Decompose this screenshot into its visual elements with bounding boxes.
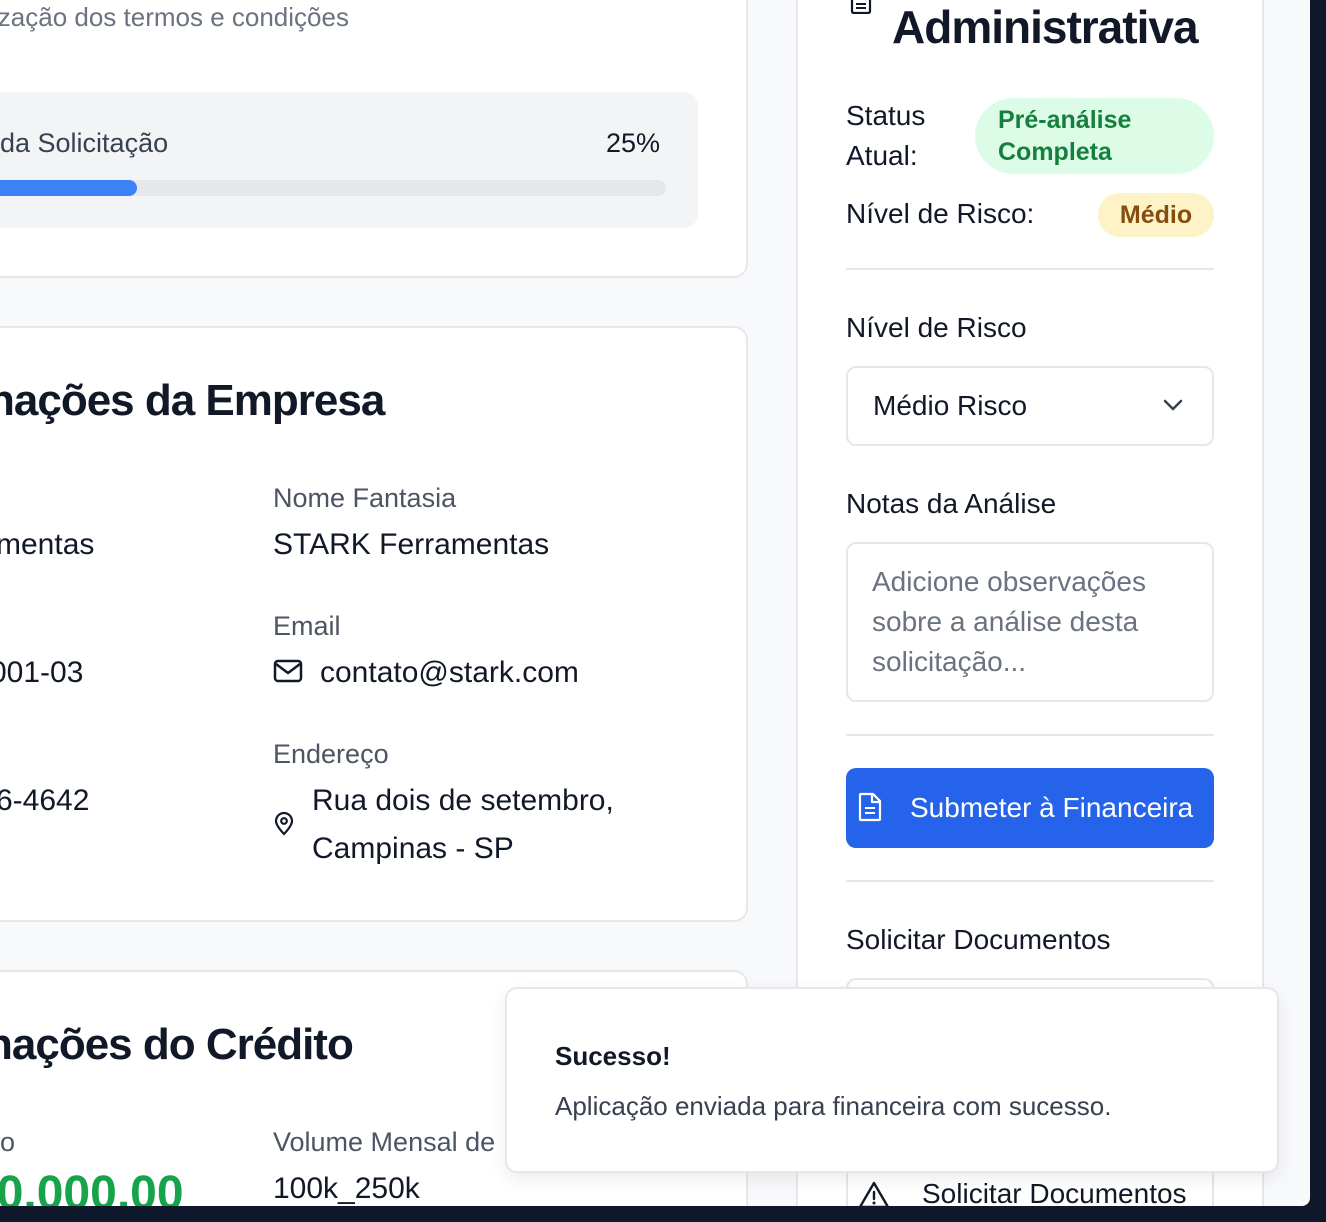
- progress-panel: [0, 92, 698, 228]
- credit-info-title: nações do Crédito: [0, 1020, 354, 1069]
- progress-bar: [0, 180, 666, 196]
- credit-amount-value: 00.000,00: [0, 1167, 184, 1206]
- request-docs-label: Solicitar Documentos: [846, 924, 1111, 955]
- divider: [846, 268, 1214, 270]
- trade-name-label: Nome Fantasia: [273, 483, 457, 513]
- submit-to-financier-button[interactable]: Submeter à Financeira: [846, 768, 1214, 848]
- submit-button-label: Submeter à Financeira: [910, 792, 1194, 823]
- analysis-notes-textarea[interactable]: [846, 542, 1214, 702]
- chevron-down-icon: [1163, 399, 1183, 411]
- company-info-title: nações da Empresa: [0, 376, 385, 425]
- divider: [846, 734, 1214, 736]
- progress-bar-fill: [0, 180, 137, 196]
- status-label-line2: Atual:: [846, 140, 918, 171]
- trade-name-value: STARK Ferramentas: [273, 528, 550, 561]
- toast-description: Aplicação enviada para financeira com su…: [555, 1091, 1112, 1121]
- status-badge-line2: Completa: [998, 138, 1112, 166]
- sidebar-title: Administrativa: [892, 1, 1199, 53]
- company-name-value: mentas: [0, 528, 95, 561]
- app-window: ização dos termos e condições da Solicit…: [0, 0, 1310, 1206]
- progress-label: da Solicitação: [0, 128, 169, 158]
- status-label-line1: Status: [846, 100, 926, 131]
- risk-level-select[interactable]: Médio Risco: [846, 366, 1214, 446]
- status-badge-line1: Pré-análise: [998, 106, 1132, 134]
- notes-label: Notas da Análise: [846, 488, 1057, 519]
- status-badge: Pré-análise Completa: [975, 98, 1214, 174]
- email-value[interactable]: contato@stark.com: [320, 656, 579, 690]
- divider: [846, 880, 1214, 882]
- file-text-icon: [858, 792, 882, 822]
- request-docs-button-label: Solicitar Documentos: [922, 1178, 1187, 1206]
- risk-badge: Médio: [1098, 193, 1214, 237]
- cnpj-value: 001-03: [0, 656, 84, 689]
- address-line1: Rua dois de setembro,: [312, 784, 614, 817]
- credit-amount-label: lo: [0, 1127, 16, 1157]
- map-pin-icon: [274, 812, 294, 836]
- phone-value: 6-4642: [0, 784, 90, 817]
- card-subtitle: ização dos termos e condições: [0, 2, 349, 32]
- monthly-volume-value: 100k_250k: [273, 1172, 420, 1205]
- risk-select-label: Nível de Risco: [846, 312, 1027, 343]
- risk-level-label: Nível de Risco:: [846, 198, 1035, 229]
- mail-icon: [273, 659, 303, 683]
- clipboard-icon: [850, 0, 872, 14]
- address-label: Endereço: [273, 739, 389, 769]
- success-toast[interactable]: Sucesso! Aplicação enviada para financei…: [505, 987, 1279, 1173]
- monthly-volume-label: Volume Mensal de: [273, 1127, 496, 1157]
- progress-percent: 25%: [606, 128, 661, 158]
- email-label: Email: [273, 611, 341, 641]
- address-line2: Campinas - SP: [312, 832, 514, 865]
- alert-triangle-icon: [859, 1181, 889, 1206]
- risk-select-value: Médio Risco: [873, 390, 1028, 421]
- toast-title: Sucesso!: [555, 1041, 671, 1071]
